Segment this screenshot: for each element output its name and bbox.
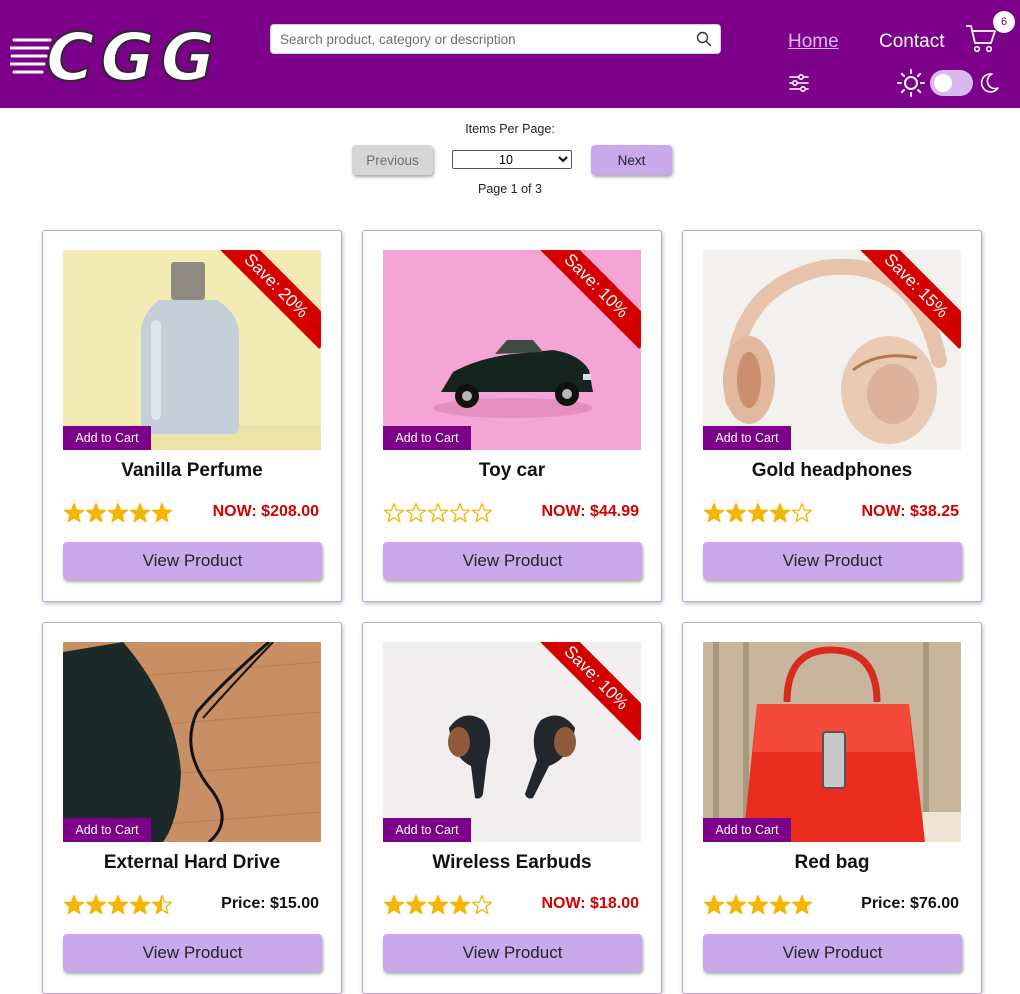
items-per-page-select[interactable]: 10 [452,150,572,169]
dark-mode-toggle[interactable] [930,70,973,96]
product-title: Vanilla Perfume [121,460,263,481]
search-input[interactable] [271,25,686,53]
product-card: Save: 15% Add to Cart Gold headphones NO… [682,230,982,602]
star-icon [63,502,85,523]
star-icon [449,502,471,523]
rating-stars [383,894,493,915]
product-title: Wireless Earbuds [432,852,592,873]
search-icon[interactable] [695,30,713,48]
sun-icon [897,69,925,97]
product-card: Save: 20% Add to Cart Vanilla Perfume NO… [42,230,342,602]
view-product-button[interactable]: View Product [383,542,642,580]
star-icon [151,502,173,523]
star-icon [107,894,129,915]
product-price: NOW: $208.00 [212,503,319,520]
star-icon [107,502,129,523]
product-price: NOW: $18.00 [541,895,639,912]
rating-stars [63,502,173,523]
view-product-button[interactable]: View Product [63,934,322,972]
star-icon [85,894,107,915]
previous-page-button[interactable]: Previous [352,145,433,175]
star-icon [405,894,427,915]
star-icon [383,502,405,523]
product-price: Price: $15.00 [221,895,319,912]
product-card: Add to Cart Red bag Price: $76.00 View P… [682,622,982,994]
product-title: Red bag [794,852,870,873]
product-price: NOW: $38.25 [861,503,959,520]
star-icon [129,894,151,915]
star-icon [769,894,791,915]
star-icon [427,502,449,523]
moon-icon [980,73,999,93]
rating-stars [383,502,493,523]
add-to-cart-button[interactable]: Add to Cart [383,426,471,450]
star-icon [449,894,471,915]
product-card: Add to Cart External Hard Drive Price: $… [42,622,342,994]
star-icon [725,502,747,523]
star-icon [791,502,813,523]
product-price: NOW: $44.99 [541,503,639,520]
star-icon [791,894,813,915]
handbag-image [703,642,961,842]
star-icon [85,502,107,523]
view-product-button[interactable]: View Product [703,542,962,580]
view-product-button[interactable]: View Product [63,542,322,580]
product-image[interactable]: Save: 20% Add to Cart [63,250,321,450]
star-icon [471,894,493,915]
product-image[interactable]: Add to Cart [703,642,961,842]
star-icon [703,502,725,523]
hard-drive-image [63,642,321,842]
nav-contact-link[interactable]: Contact [879,31,944,53]
logo-text: CGG [46,19,221,90]
rating-stars [63,894,173,915]
star-icon [703,894,725,915]
star-icon [725,894,747,915]
add-to-cart-button[interactable]: Add to Cart [63,818,151,842]
product-title: Toy car [478,460,546,481]
toggle-knob [934,74,952,92]
add-to-cart-button[interactable]: Add to Cart [383,818,471,842]
product-title: External Hard Drive [103,852,281,873]
add-to-cart-button[interactable]: Add to Cart [63,426,151,450]
next-page-button[interactable]: Next [591,145,672,175]
filter-sliders-icon[interactable] [788,72,810,94]
product-card: Save: 10% Add to Cart Toy car NOW: $44.9… [362,230,662,602]
cart-count-badge: 6 [993,11,1015,33]
star-icon [383,894,405,915]
view-product-button[interactable]: View Product [383,934,642,972]
star-icon [63,894,85,915]
page-indicator: Page 1 of 3 [478,182,542,196]
add-to-cart-button[interactable]: Add to Cart [703,426,791,450]
product-title: Gold headphones [751,460,913,481]
star-icon [405,502,427,523]
star-icon [747,502,769,523]
product-image[interactable]: Save: 10% Add to Cart [383,250,641,450]
view-product-button[interactable]: View Product [703,934,962,972]
site-header: CGG Home Contact 6 [0,0,1020,108]
cart-icon[interactable] [964,22,998,54]
logo[interactable]: CGG [10,18,232,90]
items-per-page-label: Items Per Page: [465,122,555,136]
product-image[interactable]: Save: 15% Add to Cart [703,250,961,450]
star-icon [769,502,791,523]
rating-stars [703,502,813,523]
add-to-cart-button[interactable]: Add to Cart [703,818,791,842]
star-icon [151,894,173,915]
product-image[interactable]: Add to Cart [63,642,321,842]
rating-stars [703,894,813,915]
search-box[interactable] [270,24,721,54]
product-image[interactable]: Save: 10% Add to Cart [383,642,641,842]
star-icon [747,894,769,915]
product-card: Save: 10% Add to Cart Wireless Earbuds N… [362,622,662,994]
star-icon [427,894,449,915]
nav-home-link[interactable]: Home [788,31,839,53]
star-icon [129,502,151,523]
product-price: Price: $76.00 [861,895,959,912]
star-icon [471,502,493,523]
